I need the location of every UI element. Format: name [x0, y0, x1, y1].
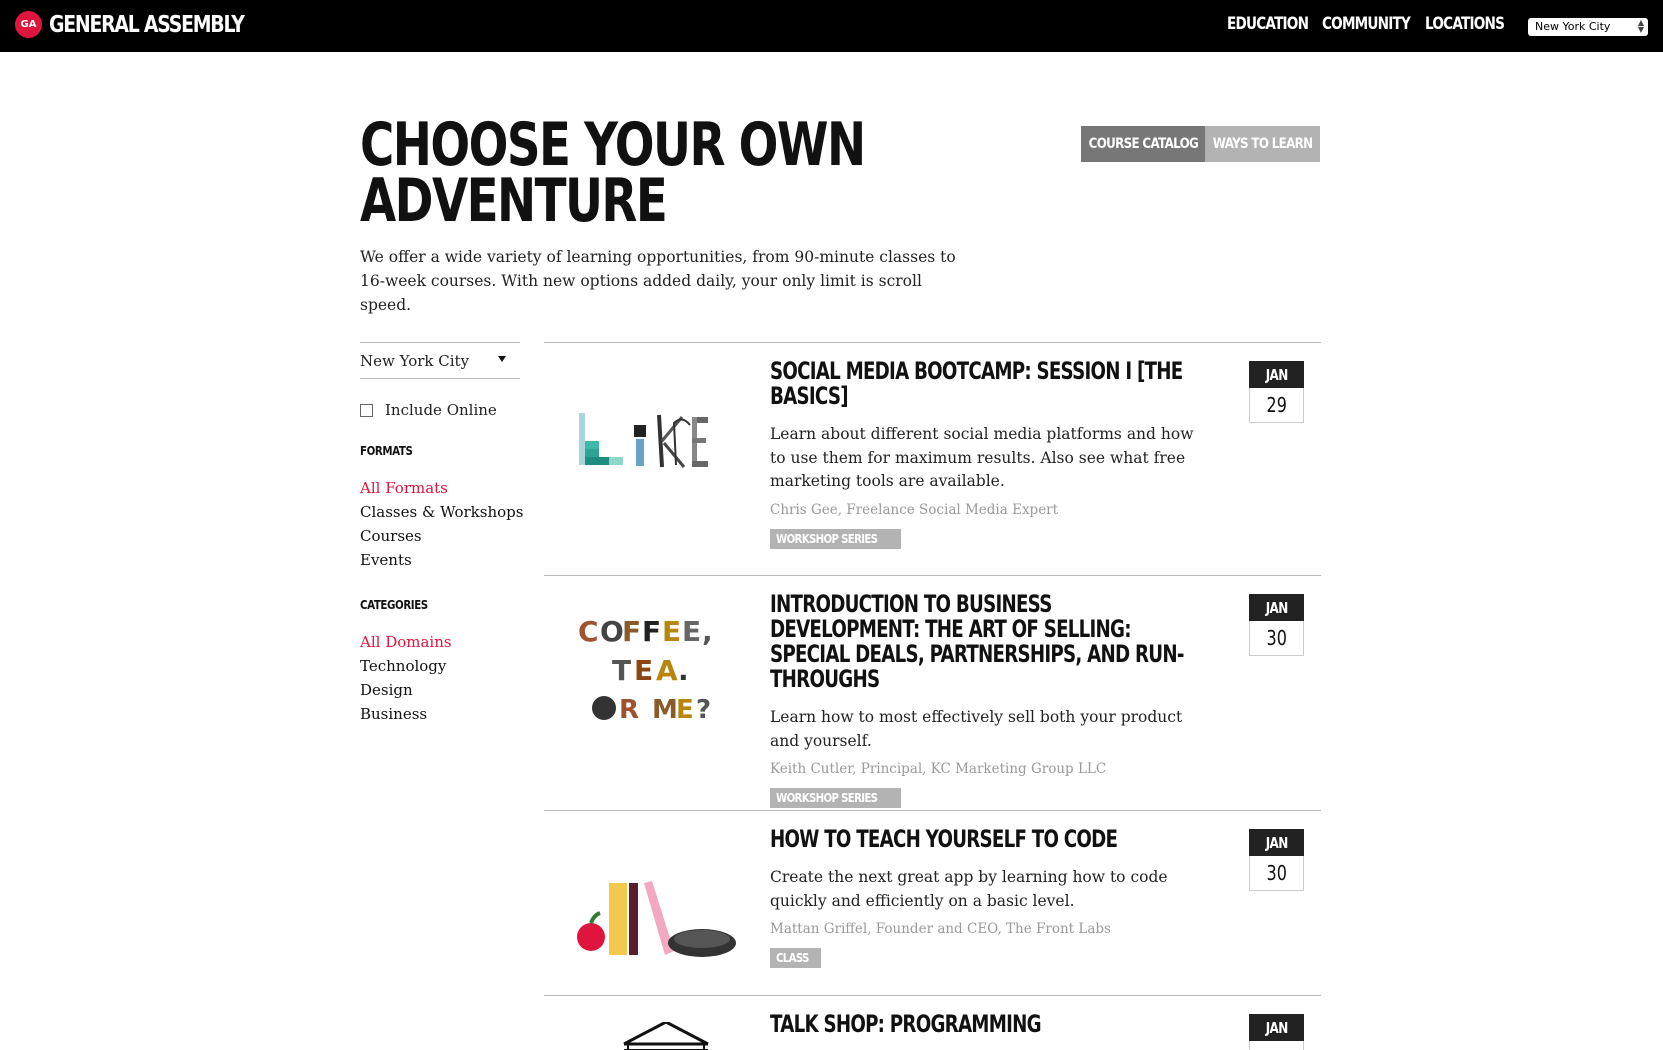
dropdown-triangle-icon — [498, 356, 506, 362]
like-letters-image[interactable] — [564, 363, 744, 503]
course-item-body: SOCIAL MEDIA BOOTCAMP: SESSION I [THE BA… — [770, 359, 1193, 549]
nav-education[interactable]: EDUCATION — [1227, 14, 1309, 34]
course-catalog-button[interactable]: COURSE CATALOG — [1081, 126, 1205, 162]
date-month: JAN — [1249, 361, 1304, 388]
course-date-badge: JAN 30 — [1249, 829, 1304, 891]
books-apple-mouse-image[interactable] — [564, 831, 744, 971]
svg-text:F: F — [622, 615, 641, 648]
course-date-badge: JAN 29 — [1249, 361, 1304, 423]
location-filter-select[interactable]: New York City — [360, 342, 520, 379]
page-title-line-1: CHOOSE YOUR OWN — [360, 110, 866, 180]
svg-text:F: F — [642, 615, 661, 648]
ways-to-learn-label: WAYS TO LEARN — [1212, 136, 1313, 152]
date-day: 30 — [1249, 621, 1304, 656]
include-online-label[interactable]: Include Online — [385, 401, 497, 419]
course-item[interactable]: C O F F E E , T E A . R M E ? INTRODUCTI… — [544, 575, 1321, 810]
location-filter-value: New York City — [360, 352, 470, 370]
svg-text:A: A — [656, 654, 678, 687]
nav-locations[interactable]: LOCATIONS — [1425, 14, 1505, 34]
course-instructor: Keith Cutler, Principal, KC Marketing Gr… — [770, 761, 1107, 777]
date-month: JAN — [1249, 1014, 1304, 1041]
format-classes-workshops[interactable]: Classes & Workshops — [360, 500, 523, 524]
svg-text:E: E — [634, 654, 653, 687]
svg-text:?: ? — [696, 695, 711, 725]
course-format-tag[interactable]: WORKSHOP SERIES — [770, 788, 902, 808]
course-title[interactable]: HOW TO TEACH YOURSELF TO CODE — [770, 827, 1196, 852]
date-day-label: 30 — [1266, 861, 1287, 885]
date-month: JAN — [1249, 829, 1304, 856]
course-date-badge: JAN — [1249, 1014, 1304, 1050]
course-format-tag-label: WORKSHOP SERIES — [776, 531, 878, 546]
course-description: Learn how to most effectively sell both … — [770, 708, 1183, 750]
date-day: 30 — [1249, 856, 1304, 891]
date-month-label: JAN — [1265, 833, 1289, 852]
catalog-view-toggle: COURSE CATALOG WAYS TO LEARN — [1081, 126, 1320, 162]
course-instructor: Chris Gee, Freelance Social Media Expert — [770, 501, 1059, 518]
ways-to-learn-button[interactable]: WAYS TO LEARN — [1205, 126, 1320, 162]
category-technology[interactable]: Technology — [360, 654, 520, 678]
course-instructor: Mattan Griffel, Founder and CEO, The Fro… — [770, 921, 1111, 937]
course-item-body: TALK SHOP: PROGRAMMING — [770, 1012, 1190, 1037]
course-title[interactable]: SOCIAL MEDIA BOOTCAMP: SESSION I [THE BA… — [770, 359, 1196, 409]
course-item[interactable]: TALK SHOP: PROGRAMMING JAN — [544, 995, 1321, 1050]
format-events[interactable]: Events — [360, 548, 520, 572]
course-item[interactable]: HOW TO TEACH YOURSELF TO CODE Create the… — [544, 810, 1321, 995]
course-title[interactable]: INTRODUCTION TO BUSINESS DEVELOPMENT: TH… — [770, 592, 1196, 692]
logo[interactable]: GA GENERAL ASSEMBLY — [15, 11, 286, 38]
filter-sidebar: New York City Include Online FORMATS All… — [360, 342, 523, 726]
date-month-label: JAN — [1265, 598, 1289, 617]
course-format-tag[interactable]: WORKSHOP SERIES — [770, 528, 902, 549]
page-title-line-2: ADVENTURE — [360, 166, 668, 236]
course-item-body: INTRODUCTION TO BUSINESS DEVELOPMENT: TH… — [770, 592, 1190, 808]
formats-heading: FORMATS — [360, 443, 413, 458]
include-online-option: Include Online — [360, 401, 520, 419]
course-description: Create the next great app by learning ho… — [770, 868, 1168, 910]
date-month: JAN — [1249, 594, 1304, 621]
top-navigation-bar: GA GENERAL ASSEMBLY EDUCATION COMMUNITY … — [0, 0, 1663, 52]
svg-text:.: . — [678, 654, 689, 687]
logo-badge-icon: GA — [15, 11, 42, 38]
course-item-body: HOW TO TEACH YOURSELF TO CODE Create the… — [770, 827, 1190, 968]
course-format-tag-label: WORKSHOP SERIES — [776, 791, 878, 805]
logo-text: GENERAL ASSEMBLY — [49, 11, 245, 38]
format-all[interactable]: All Formats — [360, 476, 520, 500]
category-design[interactable]: Design — [360, 678, 520, 702]
page-description: We offer a wide variety of learning oppo… — [360, 248, 956, 314]
svg-text:M: M — [652, 695, 678, 725]
course-description: Learn about different social media platf… — [770, 425, 1194, 490]
nav-community[interactable]: COMMUNITY — [1322, 14, 1411, 34]
course-format-tag-label: CLASS — [776, 951, 809, 965]
date-month-label: JAN — [1265, 365, 1289, 384]
svg-text:E: E — [682, 615, 701, 648]
svg-text:E: E — [662, 615, 681, 648]
city-select[interactable]: New York City ▲ ▼ — [1528, 18, 1648, 36]
course-catalog-label: COURSE CATALOG — [1088, 136, 1198, 152]
category-business[interactable]: Business — [360, 702, 520, 726]
svg-text:E: E — [676, 695, 694, 725]
date-month-label: JAN — [1265, 1018, 1289, 1037]
date-day-label: 30 — [1266, 626, 1287, 650]
coffee-tea-or-me-image[interactable]: C O F F E E , T E A . R M E ? — [564, 596, 744, 736]
svg-text:T: T — [612, 654, 631, 687]
page-title: CHOOSE YOUR OWN ADVENTURE — [360, 110, 1062, 236]
course-date-badge: JAN 30 — [1249, 594, 1304, 656]
updown-arrow-icon: ▲ ▼ — [1637, 18, 1644, 34]
svg-text:,: , — [702, 615, 713, 648]
include-online-checkbox[interactable] — [360, 403, 373, 417]
svg-text:C: C — [578, 615, 601, 648]
svg-text:R: R — [619, 695, 639, 725]
categories-heading: CATEGORIES — [360, 597, 428, 612]
date-day: 29 — [1249, 388, 1304, 423]
course-item[interactable]: SOCIAL MEDIA BOOTCAMP: SESSION I [THE BA… — [544, 342, 1321, 575]
category-all-domains[interactable]: All Domains — [360, 630, 520, 654]
course-format-tag[interactable]: CLASS — [770, 948, 821, 968]
city-select-value: New York City — [1535, 20, 1611, 33]
date-day — [1249, 1041, 1304, 1050]
course-list: SOCIAL MEDIA BOOTCAMP: SESSION I [THE BA… — [544, 342, 1321, 1050]
course-title[interactable]: TALK SHOP: PROGRAMMING — [770, 1012, 1196, 1037]
shop-awning-image[interactable] — [564, 1022, 744, 1050]
format-courses[interactable]: Courses — [360, 524, 520, 548]
date-day-label: 29 — [1266, 393, 1287, 417]
